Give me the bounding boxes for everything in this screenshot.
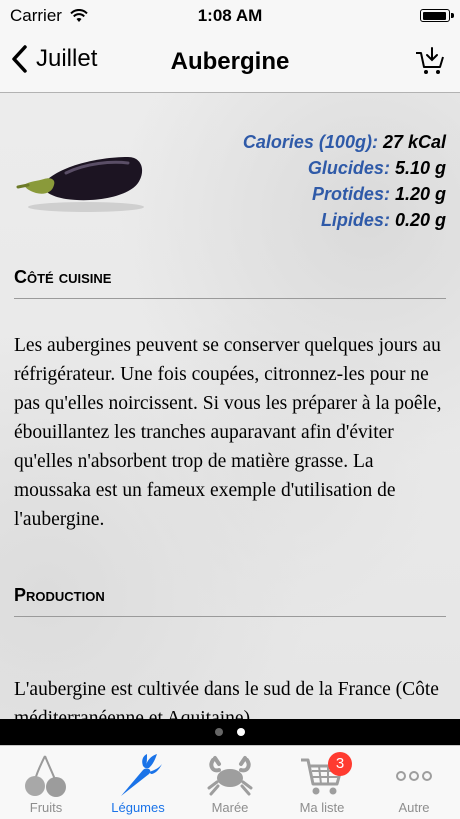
tab-autre[interactable]: Autre [368,746,460,819]
chevron-left-icon [12,45,27,73]
add-to-cart-icon[interactable] [414,46,446,78]
section-title-production: Production [14,585,446,617]
tab-label-fruits: Fruits [29,800,63,815]
page-dot-1[interactable] [215,728,223,736]
cherries-icon [25,755,66,797]
tab-label-legumes: Légumes [111,800,165,815]
section-title-cuisine: Côté cuisine [14,267,446,299]
tab-label-autre: Autre [398,800,430,815]
cart-count-badge: 3 [328,752,352,776]
section-text-cuisine: Les aubergines peuvent se conserver quel… [14,335,442,530]
more-icon [396,771,432,781]
section-text-production: L'aubergine est cultivée dans le sud de … [14,679,439,719]
tab-maree[interactable]: Marée [184,746,276,819]
nutrition-row-protides: Protides: 1.20 g [311,184,446,204]
battery-icon [420,9,454,22]
tab-ma-liste[interactable]: 3 Ma liste [276,746,368,819]
page-dot-2[interactable] [237,728,245,736]
back-button[interactable]: Juillet [10,44,97,74]
aubergine-image [16,157,144,212]
nutrition-row-glucides: Glucides: 5.10 g [307,158,446,178]
nutrition-row-lipides: Lipides: 0.20 g [320,210,446,230]
detail-content[interactable]: Calories (100g): 27 kCal Glucides: 5.10 … [0,93,460,719]
tab-label-ma-liste: Ma liste [299,800,345,815]
nutrition-facts: Calories (100g): 27 kCal Glucides: 5.10 … [243,129,446,233]
crab-icon [207,756,253,796]
tab-bar: Fruits Légumes Marée 3 Ma liste Autre [0,745,460,819]
page-control[interactable] [0,719,460,745]
navigation-bar: Juillet Aubergine [0,32,460,93]
nutrition-row-calories: Calories (100g): 27 kCal [242,132,446,152]
status-bar: Carrier 1:08 AM [0,0,460,32]
tab-legumes[interactable]: Légumes [92,746,184,819]
carrot-icon [121,754,162,796]
back-button-label: Juillet [36,45,98,72]
tab-fruits[interactable]: Fruits [0,746,92,819]
clock: 1:08 AM [197,6,263,25]
tab-label-maree: Marée [211,800,249,815]
